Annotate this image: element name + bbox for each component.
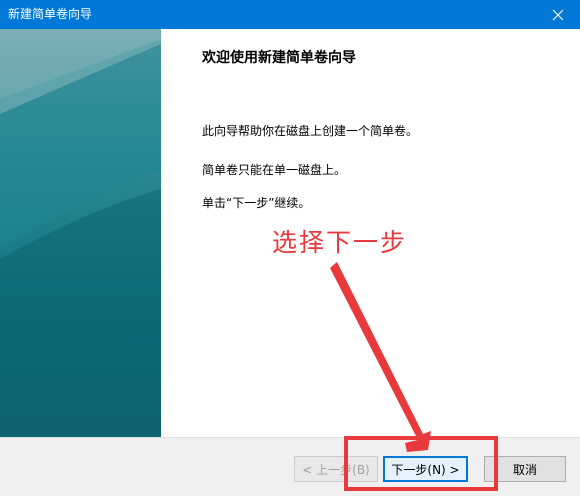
wizard-banner [0,29,161,438]
page-heading: 欢迎使用新建简单卷向导 [202,50,356,66]
title-bar: 新建简单卷向导 [0,0,580,29]
next-button[interactable]: 下一步(N) > [383,456,468,482]
paragraph-purpose: 此向导帮助你在磁盘上创建一个简单卷。 [202,124,419,138]
banner-graphic [0,29,161,438]
paragraph-note: 简单卷只能在单一磁盘上。 [202,163,347,177]
annotation-label: 选择下一步 [272,228,408,257]
paragraph-instruction: 单击“下一步”继续。 [202,196,311,210]
window-title: 新建简单卷向导 [8,7,93,21]
cancel-button[interactable]: 取消 [484,456,566,482]
close-icon [552,9,564,20]
close-button[interactable] [536,0,580,29]
back-button[interactable]: < 上一步(B) [294,456,378,482]
